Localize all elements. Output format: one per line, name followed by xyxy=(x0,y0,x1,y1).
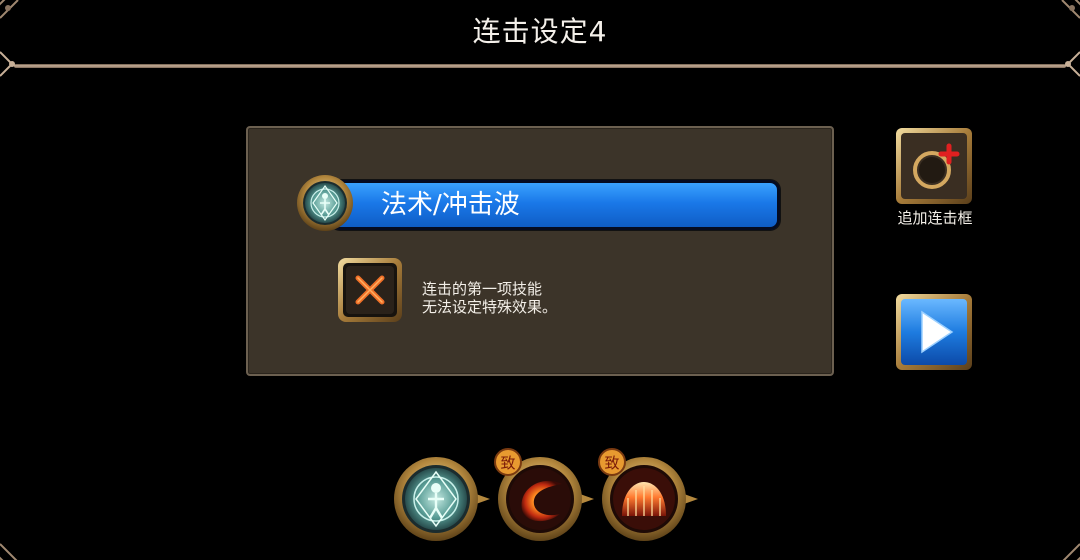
badge-label: 致 xyxy=(500,454,515,472)
page-title: 连击设定4 xyxy=(472,15,608,48)
badge-label: 致 xyxy=(604,454,619,472)
combo-slot-3[interactable]: 致 xyxy=(594,444,704,554)
corner-ornament-icon xyxy=(0,0,19,19)
note-line-2: 无法设定特殊效果。 xyxy=(422,298,558,316)
skill-selector[interactable]: 法术/冲击波 xyxy=(296,174,780,234)
remove-skill-button[interactable] xyxy=(336,256,404,324)
play-button[interactable] xyxy=(894,292,974,372)
combo-slot-2[interactable]: 致 xyxy=(490,444,600,554)
note-line-1: 连击的第一项技能 xyxy=(422,280,543,298)
combo-detail-panel: 法术/冲击波 连击的第一项技能 无法设定特殊效果。 xyxy=(246,126,834,376)
header-divider xyxy=(14,64,1066,68)
skill-name-label: 法术/冲击波 xyxy=(381,190,520,220)
arcane-circle-icon xyxy=(297,175,353,231)
combo-settings-screen: 连击设定4 法术/冲击波 连击的第一项技能 无法设定特殊效果。 追加连击框 致 … xyxy=(0,0,1080,560)
note-text: 连击的第一项技能 无法设定特殊效果。 xyxy=(422,280,557,316)
skill-name-bar[interactable]: 法术/冲击波 xyxy=(330,180,780,230)
combo-slot-1[interactable] xyxy=(386,444,496,554)
add-combo-frame-label: 追加连击框 xyxy=(897,209,973,227)
critical-badge-icon: 致 xyxy=(598,448,626,476)
corner-ornament-icon xyxy=(0,543,18,560)
critical-badge-icon: 致 xyxy=(494,448,522,476)
corner-ornament-icon xyxy=(1065,51,1080,77)
corner-ornament-icon xyxy=(1061,0,1080,19)
corner-ornament-icon xyxy=(0,51,15,77)
header: 连击设定4 xyxy=(0,0,1080,77)
corner-ornament-icon xyxy=(1062,543,1080,560)
add-combo-frame-button[interactable] xyxy=(894,126,974,206)
